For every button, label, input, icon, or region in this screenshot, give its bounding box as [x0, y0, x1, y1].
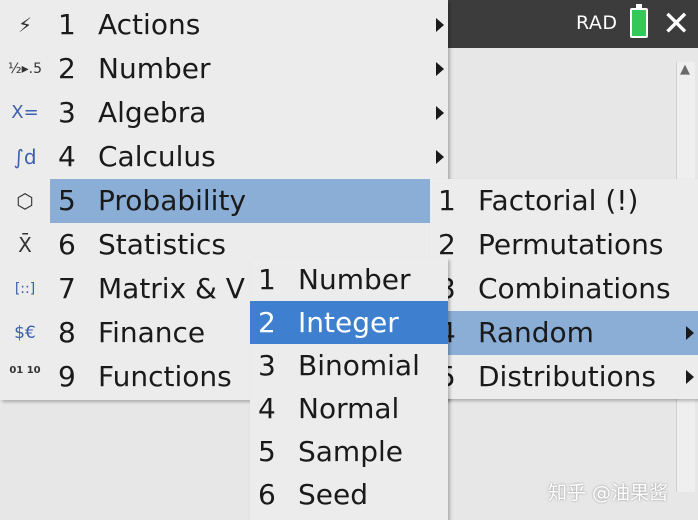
- menu-item-label: Distributions: [478, 360, 656, 393]
- fraction-decimal-icon: ½▸.5: [8, 61, 42, 77]
- menu-item-number: 9: [58, 360, 76, 393]
- random-item-binomial[interactable]: 3 Binomial: [250, 344, 448, 387]
- chevron-right-icon: [686, 326, 694, 340]
- random-item-seed[interactable]: 6 Seed: [250, 473, 448, 516]
- submenu-item-permutations[interactable]: 2 Permutations: [430, 223, 698, 267]
- angle-mode-indicator: RAD: [576, 12, 618, 34]
- scroll-up-icon[interactable]: ▲: [680, 62, 690, 77]
- menu-item-actions[interactable]: ⚡ 1 Actions: [0, 3, 448, 47]
- integral-icon: ∫d: [13, 145, 37, 169]
- menu-item-label: Factorial (!): [478, 184, 639, 217]
- menu-item-number: 1: [258, 263, 276, 296]
- lightning-icon: ⚡: [17, 13, 33, 37]
- menu-item-label: Actions: [98, 8, 201, 41]
- menu-item-number[interactable]: ½▸.5 2 Number: [0, 47, 448, 91]
- menu-item-label: Seed: [298, 478, 368, 511]
- currency-icon: $€: [14, 323, 36, 343]
- menu-item-number: 6: [258, 478, 276, 511]
- random-item-number[interactable]: 1 Number: [250, 258, 448, 301]
- menu-item-label: Functions: [98, 360, 232, 393]
- chevron-right-icon: [436, 150, 444, 164]
- menu-item-label: Permutations: [478, 228, 664, 261]
- menu-item-label: Probability: [98, 184, 247, 217]
- menu-item-label: Number: [298, 263, 411, 296]
- menu-item-label: Matrix & V: [98, 272, 245, 305]
- menu-item-number: 5: [258, 435, 276, 468]
- menu-item-label: Number: [98, 52, 211, 85]
- random-submenu: 1 Number 2 Integer 3 Binomial 4 Normal 5…: [250, 258, 448, 520]
- menu-item-algebra[interactable]: X= 3 Algebra: [0, 91, 448, 135]
- menu-item-number: 7: [58, 272, 76, 305]
- random-item-sample[interactable]: 5 Sample: [250, 430, 448, 473]
- random-item-integer[interactable]: 2 Integer: [250, 301, 448, 344]
- menu-item-label: Random: [478, 316, 594, 349]
- menu-item-label: Finance: [98, 316, 206, 349]
- chevron-right-icon: [436, 106, 444, 120]
- menu-item-number: 4: [258, 392, 276, 425]
- menu-item-number: 3: [58, 96, 76, 129]
- menu-item-label: Binomial: [298, 349, 420, 382]
- chevron-right-icon: [436, 18, 444, 32]
- menu-item-number: 8: [58, 316, 76, 349]
- menu-item-number: 5: [58, 184, 76, 217]
- chevron-right-icon: [436, 62, 444, 76]
- menu-item-number: 4: [58, 140, 76, 173]
- battery-icon: [630, 4, 648, 38]
- random-item-normal[interactable]: 4 Normal: [250, 387, 448, 430]
- functions-icon: 01 10: [9, 365, 41, 376]
- probability-submenu: 1 Factorial (!) 2 Permutations 3 Combina…: [430, 179, 698, 399]
- close-icon[interactable]: ✕: [662, 4, 691, 44]
- matrix-icon: [::]: [14, 281, 36, 297]
- menu-item-number: 1: [438, 184, 456, 217]
- menu-item-number: 6: [58, 228, 76, 261]
- menu-item-number: 3: [258, 349, 276, 382]
- menu-item-label: Sample: [298, 435, 403, 468]
- menu-item-probability[interactable]: 5 Probability: [50, 179, 448, 223]
- menu-item-label: Algebra: [98, 96, 207, 129]
- menu-item-number: 1: [58, 8, 76, 41]
- submenu-item-factorial[interactable]: 1 Factorial (!): [430, 179, 698, 223]
- x-equals-icon: X=: [11, 102, 39, 123]
- menu-item-label: Integer: [298, 306, 399, 339]
- watermark: 知乎 @油果酱: [548, 482, 669, 504]
- menu-item-label: Calculus: [98, 140, 216, 173]
- menu-item-number: 2: [438, 228, 456, 261]
- x-bar-icon: X̄: [18, 233, 32, 257]
- menu-item-label: Combinations: [478, 272, 671, 305]
- submenu-item-combinations[interactable]: 3 Combinations: [430, 267, 698, 311]
- chevron-right-icon: [686, 370, 694, 384]
- menu-item-label: Normal: [298, 392, 400, 425]
- menu-item-calculus[interactable]: ∫d 4 Calculus: [0, 135, 448, 179]
- dice-icon: ⬡: [16, 189, 34, 213]
- menu-item-number: 2: [258, 306, 276, 339]
- submenu-item-distributions[interactable]: 5 Distributions: [430, 355, 698, 399]
- menu-item-label: Statistics: [98, 228, 226, 261]
- submenu-item-random[interactable]: 4 Random: [430, 311, 698, 355]
- menu-item-number: 2: [58, 52, 76, 85]
